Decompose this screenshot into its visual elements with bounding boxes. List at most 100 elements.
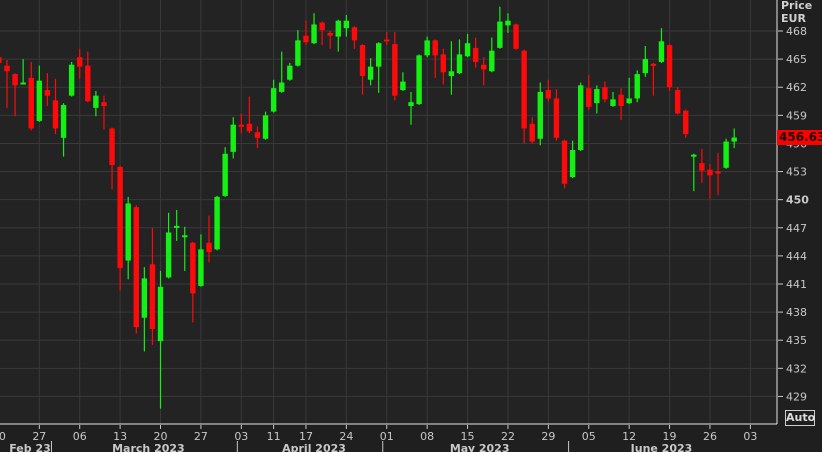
- candle-body: [133, 207, 139, 328]
- candle-body: [594, 89, 600, 104]
- candle-body: [287, 65, 293, 80]
- candle-up: [416, 54, 422, 106]
- candle-body: [173, 225, 180, 228]
- autoscale-button[interactable]: Auto: [785, 410, 815, 426]
- candle-body: [44, 90, 51, 96]
- candle-body: [602, 87, 608, 100]
- candle-body: [230, 124, 236, 152]
- candle-body: [577, 85, 584, 150]
- date-tick-label: 26: [703, 430, 717, 443]
- candle-body: [60, 105, 67, 138]
- candle-body: [674, 90, 681, 114]
- candle-body: [731, 137, 737, 142]
- candle-body: [222, 153, 228, 196]
- candle-body: [198, 249, 204, 286]
- candle-down: [674, 87, 681, 115]
- candle-up: [262, 111, 269, 140]
- month-label: Feb 23: [9, 442, 51, 452]
- candle-body: [699, 163, 705, 171]
- candle-body: [626, 98, 632, 104]
- candle-body: [545, 90, 552, 99]
- candle-body: [4, 65, 10, 72]
- candle-body: [610, 99, 616, 106]
- candle-body: [0, 57, 2, 63]
- candle-body: [12, 74, 18, 86]
- month-label: April 2023: [282, 442, 346, 452]
- candle-body: [658, 41, 665, 62]
- price-header: Price: [781, 0, 813, 12]
- candle-up: [723, 138, 729, 169]
- date-axis[interactable]: 2027061320270311172401081522290512192603…: [0, 425, 757, 452]
- candle-body: [295, 40, 301, 66]
- candle-body: [165, 232, 172, 278]
- candle-up: [577, 82, 584, 151]
- candle-body: [36, 80, 43, 121]
- date-tick-label: 27: [194, 430, 208, 443]
- candle-down: [666, 44, 673, 91]
- date-tick-label: 20: [0, 430, 6, 443]
- candle-body: [529, 123, 535, 142]
- candle-body: [367, 66, 374, 80]
- candle-down: [561, 139, 568, 189]
- candle-body: [400, 81, 406, 91]
- price-tick-label: 462: [786, 81, 807, 94]
- month-label: May 2023: [450, 442, 510, 452]
- candle-body: [650, 63, 657, 66]
- candle-body: [472, 47, 479, 62]
- candle-body: [569, 149, 576, 178]
- candle-body: [20, 82, 26, 85]
- price-tick-label: 459: [786, 109, 807, 122]
- candle-body: [537, 91, 543, 139]
- candle-up: [222, 147, 228, 197]
- candle-body: [214, 196, 220, 250]
- candle-body: [642, 59, 649, 74]
- candle-up: [537, 82, 543, 146]
- candle-body: [52, 100, 59, 129]
- candle-body: [238, 124, 245, 127]
- candle-body: [68, 64, 75, 96]
- candle-body: [28, 77, 34, 129]
- candle-body: [262, 115, 269, 139]
- candle-body: [489, 50, 495, 72]
- candle-body: [303, 35, 309, 43]
- candle-body: [117, 166, 123, 269]
- candle-body: [440, 54, 447, 73]
- candle-up: [68, 61, 75, 97]
- price-tick-label: 435: [786, 334, 807, 347]
- date-tick-label: 03: [743, 430, 757, 443]
- price-tick-label: 450: [786, 194, 809, 207]
- candle-body: [279, 82, 285, 92]
- candle-body: [157, 286, 164, 342]
- candle-body: [384, 39, 390, 42]
- candle-body: [707, 169, 713, 176]
- candle-body: [182, 235, 188, 238]
- candle-body: [723, 141, 729, 168]
- candle-body: [327, 32, 333, 36]
- candle-body: [93, 95, 99, 108]
- price-tick-label: 447: [786, 222, 807, 235]
- candlestick-chart[interactable]: 4684654624594564534504474444414384354324…: [0, 0, 822, 452]
- candle-body: [586, 88, 592, 107]
- candle-up: [634, 70, 640, 103]
- candle-down: [513, 23, 519, 50]
- price-tick-label: 441: [786, 278, 807, 291]
- candle-body: [351, 27, 358, 41]
- candle-body: [85, 65, 91, 102]
- candle-body: [432, 40, 438, 56]
- candle-body: [521, 50, 527, 129]
- candle-body: [456, 54, 463, 74]
- candle-body: [481, 64, 487, 70]
- candle-body: [246, 123, 253, 132]
- candle-body: [270, 88, 277, 112]
- candle-body: [561, 140, 568, 184]
- candle-body: [513, 24, 519, 49]
- date-tick-label: 08: [420, 430, 434, 443]
- date-tick-label: 11: [267, 430, 281, 443]
- candle-body: [343, 20, 350, 29]
- candle-body: [109, 128, 115, 165]
- candle-body: [424, 40, 430, 56]
- date-tick-label: 29: [541, 430, 555, 443]
- date-tick-label: 05: [582, 430, 596, 443]
- price-axis[interactable]: 4684654624594564534504474444414384354324…: [778, 25, 809, 403]
- candle-body: [125, 203, 131, 261]
